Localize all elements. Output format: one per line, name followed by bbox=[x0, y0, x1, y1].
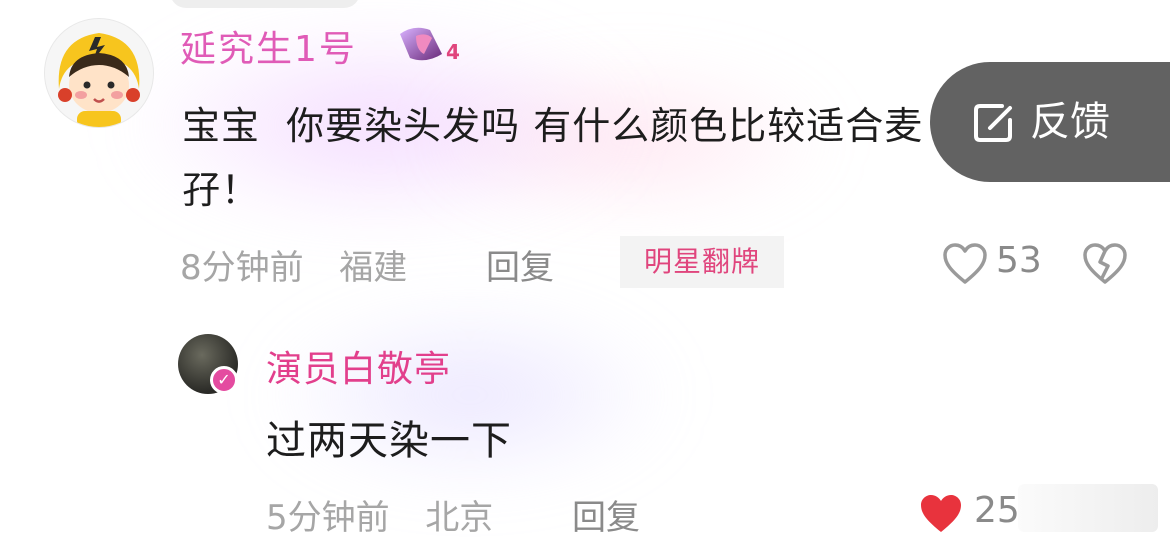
reply-text: 过两天染一下 bbox=[266, 418, 512, 464]
heart-outline-icon bbox=[943, 243, 987, 284]
like-count: 53 bbox=[996, 240, 1042, 281]
reply-button[interactable]: 回复 bbox=[486, 240, 554, 289]
reply-location: 北京 bbox=[425, 498, 494, 538]
comment-location: 福建 bbox=[339, 248, 408, 288]
reply-reply-button[interactable]: 回复 bbox=[572, 490, 640, 539]
fan-level-number: 4 bbox=[446, 40, 460, 64]
celebrity-tag[interactable]: 明星翻牌 bbox=[620, 236, 784, 288]
comment-username[interactable]: 延究生1号 bbox=[180, 20, 357, 72]
heart-filled-icon bbox=[921, 495, 961, 532]
fan-level-badge: 4 bbox=[396, 20, 462, 68]
like-button[interactable] bbox=[942, 242, 988, 286]
avatar-cartoon-icon bbox=[45, 19, 153, 127]
watermark bbox=[1018, 484, 1158, 532]
broken-heart-icon bbox=[1083, 243, 1127, 284]
reply-like-button[interactable] bbox=[918, 492, 964, 536]
top-partial-element bbox=[170, 0, 360, 8]
reply-username[interactable]: 演员白敬亭 bbox=[266, 340, 451, 392]
reply-meta: 5分钟前 北京 bbox=[266, 490, 493, 539]
reply-like-count: 25 bbox=[974, 490, 1020, 531]
reply-time: 5分钟前 bbox=[266, 498, 390, 538]
comment-meta: 8分钟前 福建 bbox=[180, 240, 407, 289]
feedback-button[interactable]: 反馈 bbox=[930, 62, 1170, 182]
avatar[interactable] bbox=[44, 18, 154, 128]
comment-time: 8分钟前 bbox=[180, 248, 304, 288]
dislike-button[interactable] bbox=[1082, 242, 1128, 286]
edit-feedback-icon bbox=[974, 104, 1012, 142]
comment-text: 宝宝 你要染头发吗 有什么颜色比较适合麦孖！ bbox=[182, 104, 924, 212]
verified-icon: ✓ bbox=[210, 366, 238, 394]
feedback-label: 反馈 bbox=[1030, 99, 1110, 145]
